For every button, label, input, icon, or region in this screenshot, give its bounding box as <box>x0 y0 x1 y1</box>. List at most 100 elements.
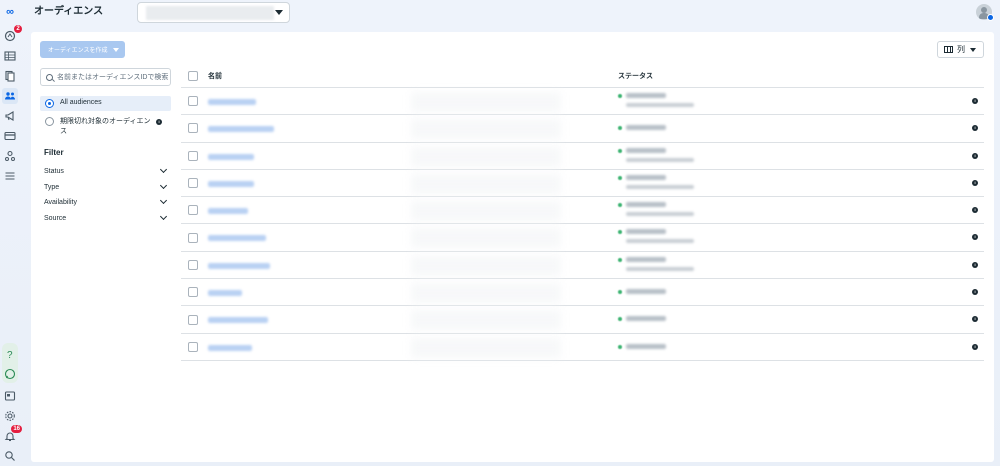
nav-business-icon[interactable] <box>2 148 18 164</box>
audience-name-link[interactable] <box>208 290 242 297</box>
nav-billing-icon[interactable] <box>2 128 18 144</box>
column-header-name[interactable]: 名前 <box>208 71 222 81</box>
status-dot-icon <box>618 290 622 295</box>
columns-button[interactable]: 列 <box>937 41 984 58</box>
account-name-redacted <box>146 6 274 20</box>
row-checkbox[interactable] <box>188 150 198 161</box>
row-checkbox[interactable] <box>188 341 198 352</box>
user-avatar[interactable] <box>976 4 994 21</box>
filter-label: Type <box>44 183 60 191</box>
columns-label: 列 <box>957 45 965 54</box>
table-row[interactable]: i <box>181 197 984 225</box>
columns-icon <box>944 46 953 53</box>
nav-audiences-icon[interactable] <box>2 88 18 104</box>
status-dot-icon <box>618 126 622 131</box>
row-checkbox[interactable] <box>188 232 198 243</box>
filter-type[interactable]: Type <box>44 181 168 193</box>
nav-pages-icon[interactable] <box>2 68 18 84</box>
meta-logo[interactable]: ∞ <box>6 6 14 18</box>
table-row[interactable]: i <box>181 279 984 307</box>
table-row[interactable]: i <box>181 115 984 143</box>
redacted-cell <box>411 119 561 140</box>
audience-name-link[interactable] <box>208 317 268 324</box>
row-checkbox[interactable] <box>188 205 198 216</box>
redacted-cell <box>411 173 561 194</box>
info-icon[interactable]: i <box>972 98 978 104</box>
radio-expiring-audiences[interactable]: 期限切れ対象のオーディエンス i <box>40 114 171 140</box>
search-placeholder: 名前またはオーディエンスIDで検索 <box>57 74 169 81</box>
table-row[interactable]: i <box>181 170 984 198</box>
filter-availability[interactable]: Availability <box>44 196 168 208</box>
audience-name-link[interactable] <box>208 262 270 269</box>
table-row[interactable]: i <box>181 224 984 252</box>
radio-button-selected[interactable] <box>45 99 54 108</box>
info-icon[interactable]: i <box>972 125 978 132</box>
audience-name-link[interactable] <box>208 180 254 187</box>
radio-all-audiences[interactable]: All audiences <box>40 96 171 111</box>
table-row[interactable]: i <box>181 334 984 361</box>
info-icon[interactable]: i <box>156 119 162 125</box>
settings-gear-icon[interactable] <box>2 408 18 424</box>
status-dot-icon <box>618 148 622 153</box>
table-row[interactable]: i <box>181 252 984 280</box>
info-icon[interactable]: i <box>972 316 978 323</box>
status-detail-text <box>626 212 694 217</box>
redacted-cell <box>411 337 561 358</box>
audience-name-link[interactable] <box>208 126 274 133</box>
chevron-down-icon <box>159 196 168 205</box>
chevron-down-icon <box>275 10 283 15</box>
page-title: オーディエンス <box>34 6 104 17</box>
audience-name-link[interactable] <box>208 344 252 351</box>
info-icon[interactable]: i <box>972 261 978 268</box>
chevron-down-icon <box>113 47 120 52</box>
chevron-down-icon <box>159 181 168 190</box>
status-dot-icon <box>618 230 622 235</box>
audience-search-input[interactable]: 名前またはオーディエンスIDで検索 <box>40 68 171 86</box>
chevron-down-icon <box>159 165 168 174</box>
audience-name-link[interactable] <box>208 235 266 242</box>
info-icon[interactable]: i <box>972 207 978 214</box>
select-all-checkbox[interactable] <box>188 71 198 81</box>
info-icon[interactable]: i <box>972 343 978 350</box>
radio-button[interactable] <box>45 117 54 126</box>
info-icon[interactable]: i <box>972 234 978 241</box>
filter-status[interactable]: Status <box>44 165 168 177</box>
audience-name-link[interactable] <box>208 208 248 215</box>
table-row[interactable]: i <box>181 306 984 334</box>
redacted-cell <box>411 92 561 112</box>
filter-source[interactable]: Source <box>44 212 168 224</box>
audience-name-link[interactable] <box>208 99 256 105</box>
nav-megaphone-icon[interactable] <box>2 108 18 124</box>
status-text <box>626 93 666 98</box>
nav-notifications-icon[interactable]: 2 <box>2 25 22 44</box>
table-row[interactable]: i <box>181 88 984 116</box>
chat-icon[interactable] <box>2 366 18 382</box>
search-icon[interactable] <box>2 448 18 464</box>
status-dot-icon <box>618 257 622 262</box>
help-icon[interactable]: ? <box>2 346 18 362</box>
table-row[interactable]: i <box>181 143 984 170</box>
audience-name-link[interactable] <box>208 153 254 160</box>
info-icon[interactable]: i <box>972 152 978 159</box>
filter-label: Source <box>44 214 67 222</box>
create-audience-button[interactable]: オーディエンスを作成 <box>40 41 125 58</box>
status-text <box>626 343 666 349</box>
info-icon[interactable]: i <box>972 179 978 186</box>
nav-menu-icon[interactable] <box>2 168 18 184</box>
audiences-panel: オーディエンスを作成 列 名前またはオーディエンスIDで検索 All audie… <box>31 32 994 462</box>
alerts-bell-icon[interactable]: 16 <box>2 425 22 444</box>
info-icon[interactable]: i <box>972 289 978 296</box>
row-checkbox[interactable] <box>188 287 198 298</box>
column-header-status[interactable]: ステータス <box>618 71 653 81</box>
news-icon[interactable] <box>2 388 18 404</box>
row-checkbox[interactable] <box>188 123 198 134</box>
filter-heading: Filter <box>44 148 64 157</box>
row-checkbox[interactable] <box>188 314 198 325</box>
filter-label: Status <box>44 167 64 175</box>
nav-table-icon[interactable] <box>2 48 18 64</box>
row-checkbox[interactable] <box>188 259 198 270</box>
ad-account-dropdown[interactable] <box>137 2 290 23</box>
status-text <box>626 316 666 322</box>
row-checkbox[interactable] <box>188 178 198 189</box>
row-checkbox[interactable] <box>188 96 198 107</box>
